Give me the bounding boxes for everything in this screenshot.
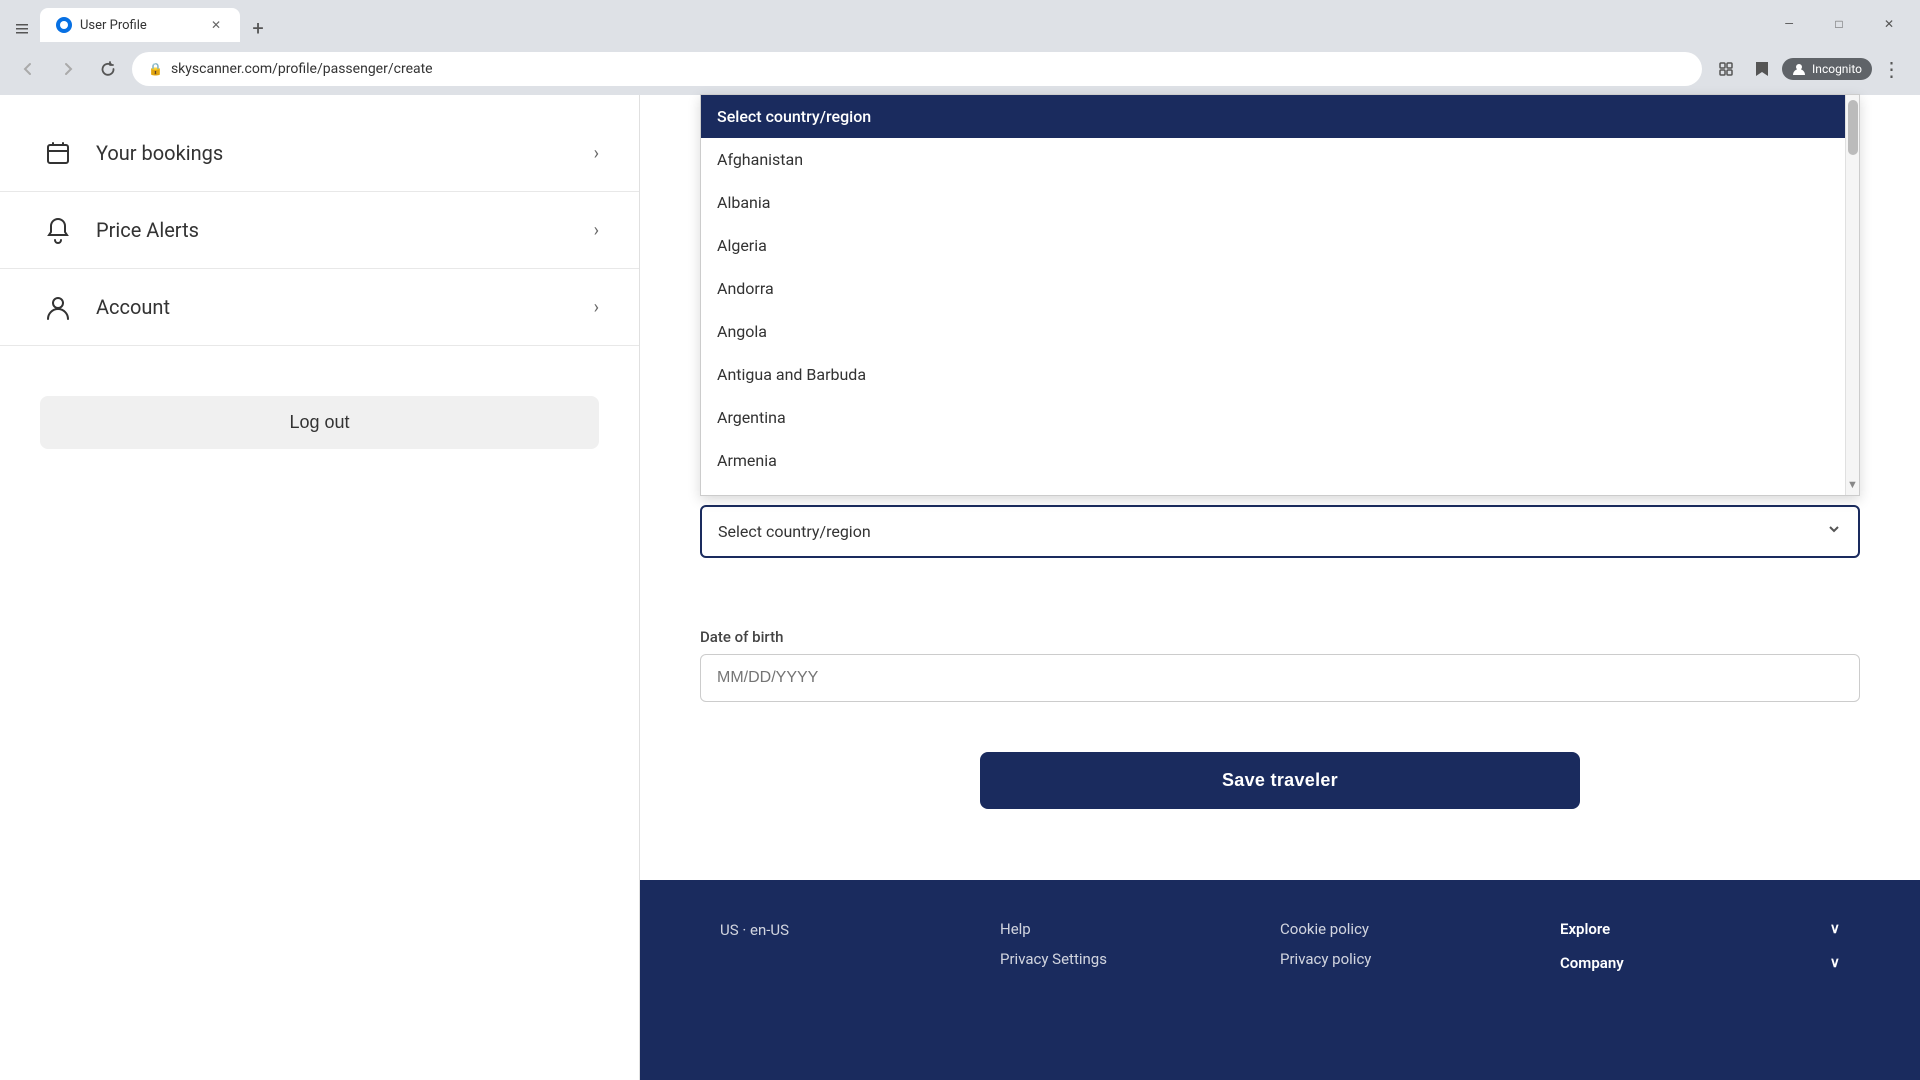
window-controls: — □ ✕	[1758, 0, 1920, 48]
footer-explore-title[interactable]: Explore ∨	[1560, 920, 1840, 938]
footer: US · en-US Help Privacy Settings Cookie …	[640, 880, 1920, 1080]
main-content: Select country/region Afghanistan Albani…	[640, 95, 1920, 1080]
dropdown-scrollbar[interactable]: ▼	[1845, 95, 1859, 495]
tab-close-button[interactable]: ✕	[208, 17, 224, 33]
browser-chrome: User Profile ✕ + — □ ✕ 🔒 skyscanner.com/…	[0, 0, 1920, 95]
nav-actions: Incognito ⋮	[1710, 53, 1908, 85]
page: Your bookings › Price Alerts › Account ›…	[0, 95, 1920, 1080]
bookmark-button[interactable]	[1746, 53, 1778, 85]
footer-cookie-col: Cookie policy Privacy policy	[1280, 920, 1560, 1040]
footer-privacy-settings-link[interactable]: Privacy Settings	[1000, 950, 1280, 968]
dropdown-item-8[interactable]: Australia	[701, 482, 1859, 495]
reload-button[interactable]	[92, 53, 124, 85]
sidebar-bookings-label: Your bookings	[96, 141, 594, 165]
footer-company-title[interactable]: Company ∨	[1560, 954, 1840, 972]
form-bottom-section: Date of birth Save traveler	[640, 558, 1920, 880]
address-bar[interactable]: 🔒 skyscanner.com/profile/passenger/creat…	[132, 52, 1702, 86]
dropdown-item-7[interactable]: Armenia	[701, 439, 1859, 482]
back-button[interactable]	[12, 53, 44, 85]
bookings-icon	[40, 135, 76, 171]
dob-label: Date of birth	[700, 628, 1860, 646]
dob-section: Date of birth	[700, 628, 1860, 702]
dropdown-item-2[interactable]: Algeria	[701, 224, 1859, 267]
dropdown-item-1[interactable]: Albania	[701, 181, 1859, 224]
menu-button[interactable]: ⋮	[1876, 53, 1908, 85]
account-icon	[40, 289, 76, 325]
dob-input[interactable]	[700, 654, 1860, 702]
dropdown-item-6[interactable]: Argentina	[701, 396, 1859, 439]
company-chevron-icon: ∨	[1830, 955, 1840, 971]
footer-locale: US · en-US	[720, 921, 789, 939]
country-list[interactable]: Select country/region Afghanistan Albani…	[701, 95, 1859, 495]
maximize-button[interactable]: □	[1816, 8, 1862, 40]
country-select[interactable]: Select country/region	[700, 505, 1860, 558]
close-button[interactable]: ✕	[1866, 8, 1912, 40]
country-dropdown-list[interactable]: Select country/region Afghanistan Albani…	[700, 94, 1860, 496]
dropdown-chevron-icon	[1826, 521, 1842, 542]
incognito-badge: Incognito	[1782, 58, 1872, 80]
logout-button[interactable]: Log out	[40, 396, 599, 449]
tab-list-button[interactable]	[8, 14, 36, 42]
footer-explore-col: Explore ∨ Company ∨	[1560, 920, 1840, 1040]
footer-help-col: Help Privacy Settings	[1000, 920, 1280, 1040]
logout-section: Log out	[0, 366, 639, 479]
footer-privacy-link[interactable]: Privacy policy	[1280, 950, 1560, 968]
footer-locale-col: US · en-US	[720, 920, 1000, 1040]
dropdown-item-header[interactable]: Select country/region	[701, 95, 1859, 138]
country-select-value: Select country/region	[718, 522, 871, 541]
dropdown-item-0[interactable]: Afghanistan	[701, 138, 1859, 181]
new-tab-button[interactable]: +	[244, 14, 272, 42]
sidebar: Your bookings › Price Alerts › Account ›…	[0, 95, 640, 1080]
extensions-button[interactable]	[1710, 53, 1742, 85]
scroll-down-arrow[interactable]: ▼	[1847, 478, 1858, 491]
lock-icon: 🔒	[148, 62, 163, 76]
country-field-wrapper: Select country/region Afghanistan Albani…	[640, 95, 1920, 558]
incognito-label: Incognito	[1812, 62, 1862, 76]
dropdown-item-3[interactable]: Andorra	[701, 267, 1859, 310]
dropdown-item-5[interactable]: Antigua and Barbuda	[701, 353, 1859, 396]
minimize-button[interactable]: —	[1766, 8, 1812, 40]
bell-icon	[40, 212, 76, 248]
save-traveler-button[interactable]: Save traveler	[980, 752, 1580, 809]
tab-title: User Profile	[80, 18, 147, 33]
sidebar-nav: Your bookings › Price Alerts › Account ›	[0, 95, 639, 366]
price-alerts-chevron: ›	[594, 220, 599, 241]
sidebar-account-label: Account	[96, 295, 594, 319]
sidebar-item-account[interactable]: Account ›	[0, 269, 639, 346]
save-btn-wrapper: Save traveler	[700, 752, 1860, 809]
sidebar-item-bookings[interactable]: Your bookings ›	[0, 115, 639, 192]
url-display: skyscanner.com/profile/passenger/create	[171, 61, 433, 77]
navigation-bar: 🔒 skyscanner.com/profile/passenger/creat…	[0, 42, 1920, 95]
footer-help-link[interactable]: Help	[1000, 920, 1280, 938]
sidebar-item-price-alerts[interactable]: Price Alerts ›	[0, 192, 639, 269]
explore-chevron-icon: ∨	[1830, 921, 1840, 937]
dropdown-item-4[interactable]: Angola	[701, 310, 1859, 353]
footer-cookie-link[interactable]: Cookie policy	[1280, 920, 1560, 938]
bookings-chevron: ›	[594, 143, 599, 164]
scrollbar-thumb	[1848, 100, 1858, 155]
tab-favicon	[56, 17, 72, 33]
account-chevron: ›	[594, 297, 599, 318]
sidebar-price-alerts-label: Price Alerts	[96, 218, 594, 242]
active-tab[interactable]: User Profile ✕	[40, 8, 240, 42]
forward-button[interactable]	[52, 53, 84, 85]
